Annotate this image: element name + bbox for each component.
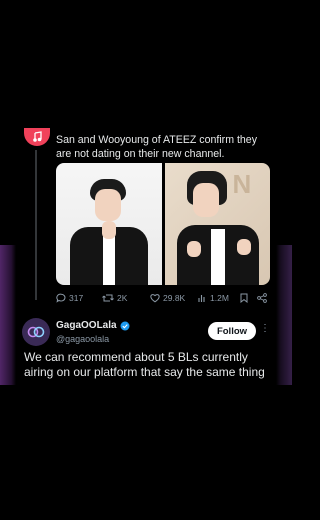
like-button[interactable]: 29.8K	[150, 293, 185, 303]
display-name[interactable]: GagaOOLala	[56, 320, 130, 331]
views-count: 1.2M	[210, 293, 229, 303]
tweet-actions: 317 2K 29.8K 1.2M	[56, 291, 270, 305]
gagaoolala-logo-icon	[27, 326, 45, 338]
retweet-count: 2K	[117, 293, 128, 303]
gagaoolala-avatar[interactable]	[22, 318, 50, 346]
photo-right[interactable]: D N	[164, 163, 270, 285]
thread-line	[35, 150, 37, 300]
display-name-text: GagaOOLala	[56, 320, 117, 331]
more-options-icon[interactable]: ⋮	[260, 323, 270, 334]
left-glow	[0, 245, 16, 385]
views-button[interactable]: 1.2M	[198, 293, 229, 303]
share-button[interactable]	[257, 293, 267, 303]
tweet-text: San and Wooyoung of ATEEZ confirm they a…	[56, 134, 257, 160]
reply-button[interactable]: 317	[56, 293, 83, 303]
right-glow	[276, 245, 292, 385]
tweet-media[interactable]: D N	[56, 163, 270, 285]
reply-count: 317	[69, 293, 84, 303]
retweet-button[interactable]: 2K	[102, 293, 127, 303]
photo-left[interactable]	[56, 163, 162, 285]
follow-button[interactable]: Follow	[208, 322, 256, 340]
retweet-icon	[102, 294, 114, 302]
reply-tweet-text: We can recommend about 5 BLs currently a…	[24, 350, 265, 379]
like-count: 29.8K	[163, 293, 186, 303]
bookmark-icon	[240, 293, 248, 303]
share-icon	[257, 293, 267, 303]
user-handle[interactable]: @gagaoolala	[56, 334, 109, 344]
music-note-icon	[33, 131, 42, 142]
heart-icon	[150, 294, 160, 303]
verified-badge-icon	[120, 321, 130, 330]
bookmark-button[interactable]	[240, 293, 248, 303]
reply-icon	[56, 293, 66, 303]
bar-chart-icon	[198, 294, 205, 302]
